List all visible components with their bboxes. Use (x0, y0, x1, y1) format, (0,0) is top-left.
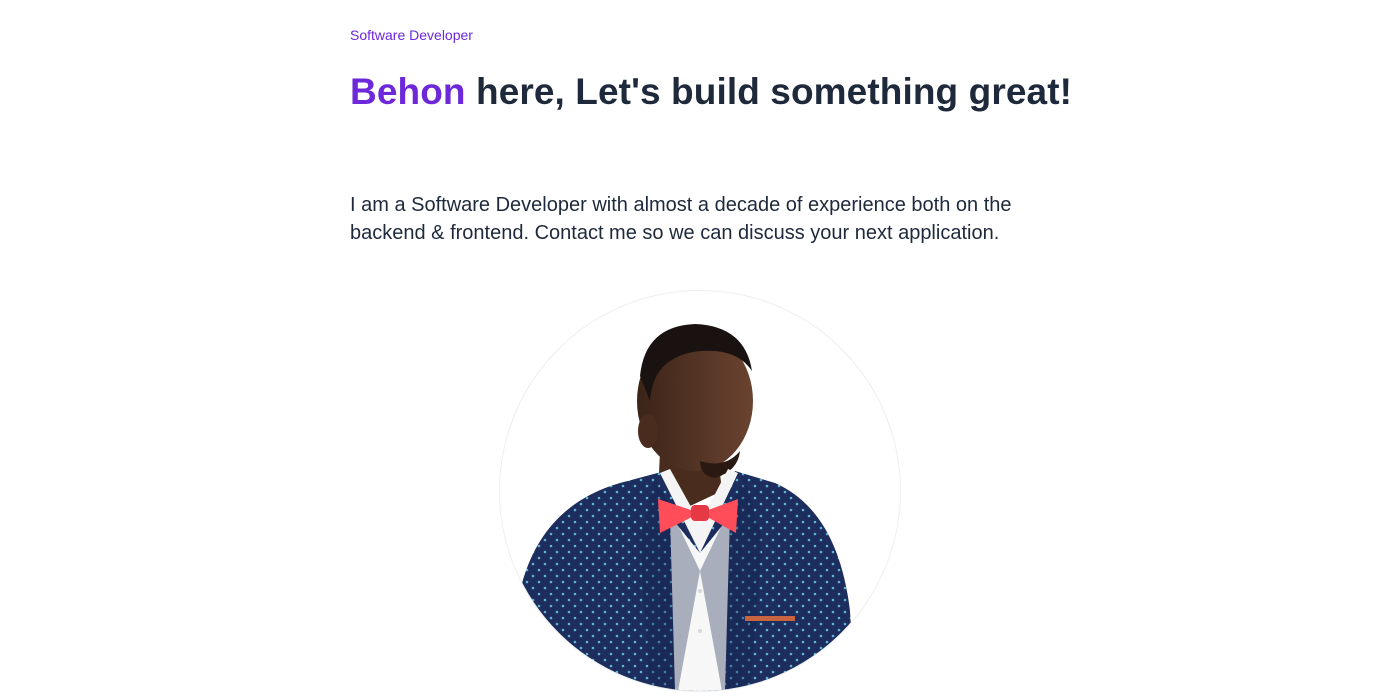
pocket-square (745, 616, 795, 621)
headline-rest: here, Let's build something great! (465, 71, 1073, 112)
hero-headline: Behon here, Let's build something great! (350, 70, 1072, 114)
bow-tie-knot (691, 505, 709, 521)
ear-shape (638, 414, 658, 448)
hero-intro-text: I am a Software Developer with almost a … (350, 194, 1012, 244)
portrait-illustration (520, 324, 855, 691)
eyebrow-role-label: Software Developer (350, 27, 473, 43)
headline-name-accent: Behon (350, 71, 466, 112)
profile-photo (499, 290, 901, 692)
